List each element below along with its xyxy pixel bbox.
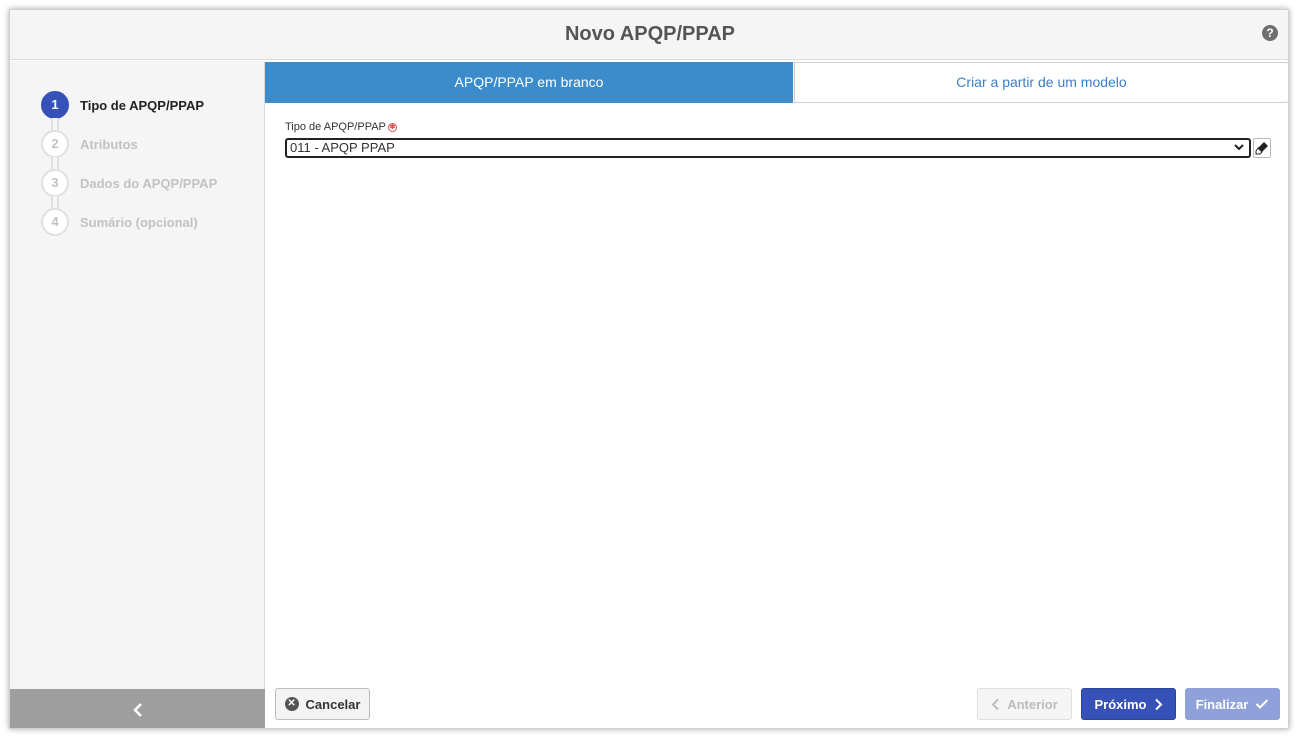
clear-field-button[interactable] <box>1253 138 1271 158</box>
step-label: Dados do APQP/PPAP <box>80 176 218 191</box>
chevron-left-icon <box>991 698 999 710</box>
type-field-label: Tipo de APQP/PPAP ✱ <box>285 121 397 133</box>
previous-label: Anterior <box>1007 696 1058 712</box>
step-label: Tipo de APQP/PPAP <box>80 98 205 113</box>
sidebar-collapse-button[interactable] <box>10 689 265 728</box>
step-number: 1 <box>41 91 69 119</box>
finish-label: Finalizar <box>1195 696 1249 712</box>
required-icon: ✱ <box>387 122 397 132</box>
cancel-button[interactable]: ✕ Cancelar <box>275 688 370 720</box>
next-label: Próximo <box>1094 696 1147 712</box>
chevron-left-icon <box>132 703 142 718</box>
cancel-label: Cancelar <box>305 696 361 712</box>
chevron-right-icon <box>1154 698 1162 710</box>
type-select[interactable]: 011 - APQP PPAP <box>285 138 1251 158</box>
type-select-value: 011 - APQP PPAP <box>290 140 395 155</box>
step-number: 2 <box>41 130 69 158</box>
dialog-header: Novo APQP/PPAP ? <box>10 10 1288 60</box>
finish-button[interactable]: Finalizar <box>1185 688 1280 720</box>
step-number: 4 <box>41 208 69 236</box>
type-label-text: Tipo de APQP/PPAP <box>285 121 386 133</box>
step-number: 3 <box>41 169 69 197</box>
mode-tabs: APQP/PPAP em branco Criar a partir de um… <box>265 62 1288 103</box>
step-label: Sumário (opcional) <box>80 215 198 230</box>
help-icon[interactable]: ? <box>1262 25 1278 41</box>
cancel-icon: ✕ <box>284 697 299 711</box>
tab-blank[interactable]: APQP/PPAP em branco <box>265 62 793 103</box>
new-apqp-dialog: Novo APQP/PPAP ? 1 Tipo de APQP/PPAP 2 A… <box>9 9 1289 729</box>
previous-button[interactable]: Anterior <box>977 688 1072 720</box>
eraser-icon <box>1255 142 1268 155</box>
tab-from-model[interactable]: Criar a partir de um modelo <box>794 62 1288 103</box>
wizard-sidebar: 1 Tipo de APQP/PPAP 2 Atributos 3 Dados … <box>10 61 265 728</box>
dialog-title: Novo APQP/PPAP <box>564 23 736 45</box>
check-icon <box>1256 699 1269 709</box>
chevron-down-icon <box>1233 141 1245 157</box>
next-button[interactable]: Próximo <box>1081 688 1176 720</box>
step-label: Atributos <box>80 137 138 152</box>
